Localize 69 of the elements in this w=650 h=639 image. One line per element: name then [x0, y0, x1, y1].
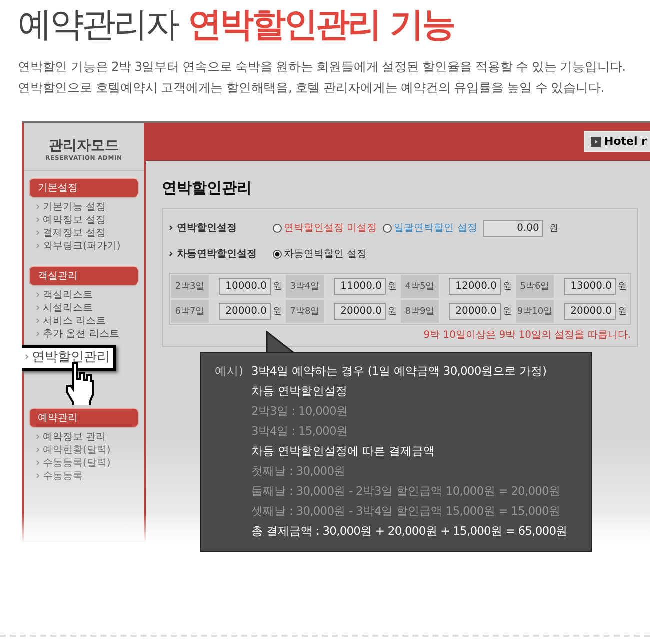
sidebar-item[interactable]: 예약현황(달력)	[30, 444, 138, 457]
sidebar-item[interactable]: 객실리스트	[30, 289, 138, 302]
radio-option[interactable]: 차등연박할인 설정	[273, 247, 368, 261]
note-text: 9박 10일이상은 9박 10일의 설정을 따릅니다.	[422, 329, 631, 342]
callout-line: 둘째날 : 30,000원 - 2박3일 할인금액 10,000원 = 20,000원	[252, 483, 562, 500]
pointer-hand-icon	[64, 361, 94, 405]
description-line: 연박할인 기능은 2박 3일부터 연속으로 숙박을 원하는 회원들에게 설정된 할인율을 적용할 수 있는 기능입니다.	[18, 58, 627, 76]
nights-cell: 7박8일	[285, 299, 325, 324]
sidebar-item[interactable]: 수동등록(달력)	[30, 457, 138, 470]
setting-label: 연박할인설정	[177, 222, 238, 235]
sidebar-item[interactable]: 추가 옵션 리스트	[30, 328, 138, 341]
hotel-button[interactable]: Hotel r	[584, 131, 650, 152]
sidebar-item[interactable]: 외부링크(퍼가기)	[30, 240, 138, 253]
callout-line: 2박3일 : 10,000원	[252, 403, 349, 420]
menu-group-header[interactable]: 객실관리	[30, 267, 138, 285]
rate-field[interactable]: 20000.0	[219, 303, 271, 320]
arrow-square-icon	[591, 136, 602, 146]
unit-label: 원	[503, 306, 512, 318]
sidebar-item[interactable]: 결제정보 설정	[30, 227, 138, 240]
rate-field[interactable]: 13000.0	[564, 278, 616, 295]
radio-option[interactable]: 연박할인설정 미설정	[273, 221, 378, 235]
unit-label: 원	[503, 281, 512, 293]
menu-group-header[interactable]: 예약관리	[30, 409, 138, 427]
nights-cell: 3박4일	[285, 274, 325, 299]
callout-line: 셋째날 : 30,000원 - 3박4일 할인금액 15,000원 = 15,000원	[252, 503, 562, 520]
logo-title: 관리자모드	[49, 137, 119, 155]
sidebar-item[interactable]: 예약정보 설정	[30, 214, 138, 227]
amount-field[interactable]: 0.00	[483, 220, 544, 236]
callout-line: 첫째날 : 30,000원	[252, 463, 347, 480]
nights-cell: 9박10일	[515, 299, 555, 324]
rate-field[interactable]: 20000.0	[334, 303, 386, 320]
nights-cell: 5박6일	[515, 274, 555, 299]
nights-cell: 2박3일	[170, 274, 210, 299]
unit-label: 원	[273, 306, 282, 318]
rate-field[interactable]: 20000.0	[564, 303, 616, 320]
sidebar-item[interactable]: 예약정보 관리	[30, 431, 138, 444]
description-line: 연박할인으로 호텔예약시 고객에게는 할인해택을, 호텔 관리자에게는 예약건의 유입률을 높일 수 있습니다.	[18, 79, 606, 97]
unit-label: 원	[388, 281, 397, 293]
callout-label: 예시)	[215, 363, 244, 380]
heading-text: 예약관리자	[18, 5, 178, 45]
sidebar-item[interactable]: 수동등록	[30, 470, 138, 483]
unit-label: 원	[273, 281, 282, 293]
chevron-icon	[169, 251, 173, 257]
rate-field[interactable]: 11000.0	[334, 278, 386, 295]
sidebar-item[interactable]: 연박할인관리	[22, 345, 116, 371]
sidebar-item[interactable]: 시설리스트	[30, 302, 138, 315]
unit-label: 원	[549, 222, 558, 234]
menu-group-header[interactable]: 기본설정	[30, 179, 138, 197]
rate-field[interactable]: 10000.0	[219, 278, 271, 295]
chevron-icon	[169, 225, 173, 231]
rate-field[interactable]: 12000.0	[449, 278, 501, 295]
unit-label: 원	[618, 306, 627, 318]
callout-line: 총 결제금액 : 30,000원 + 20,000원 + 15,000원 = 65,000원	[252, 523, 568, 540]
sidebar-item[interactable]: 기본기능 설정	[30, 201, 138, 214]
callout-line: 차등 연박할인설정에 따른 결제금액	[252, 443, 436, 460]
nights-cell: 6박7일	[170, 299, 210, 324]
callout-line: 차등 연박할인설정	[252, 383, 349, 400]
nights-cell: 4박5일	[400, 274, 440, 299]
unit-label: 원	[618, 281, 627, 293]
chevron-icon	[25, 354, 29, 360]
heading-highlight: 연박할인관리 기능	[188, 5, 454, 45]
nights-cell: 8박9일	[400, 299, 440, 324]
page-title: 연박할인관리	[162, 179, 253, 198]
callout-line: 3박4일 : 15,000원	[252, 423, 349, 440]
setting-label: 차등연박할인설정	[177, 248, 258, 261]
unit-label: 원	[388, 306, 397, 318]
sidebar-item[interactable]: 서비스 리스트	[30, 315, 138, 328]
rate-field[interactable]: 20000.0	[449, 303, 501, 320]
callout-line: 3박4일 예약하는 경우 (1일 예약금액 30,000원으로 가정)	[252, 363, 548, 380]
